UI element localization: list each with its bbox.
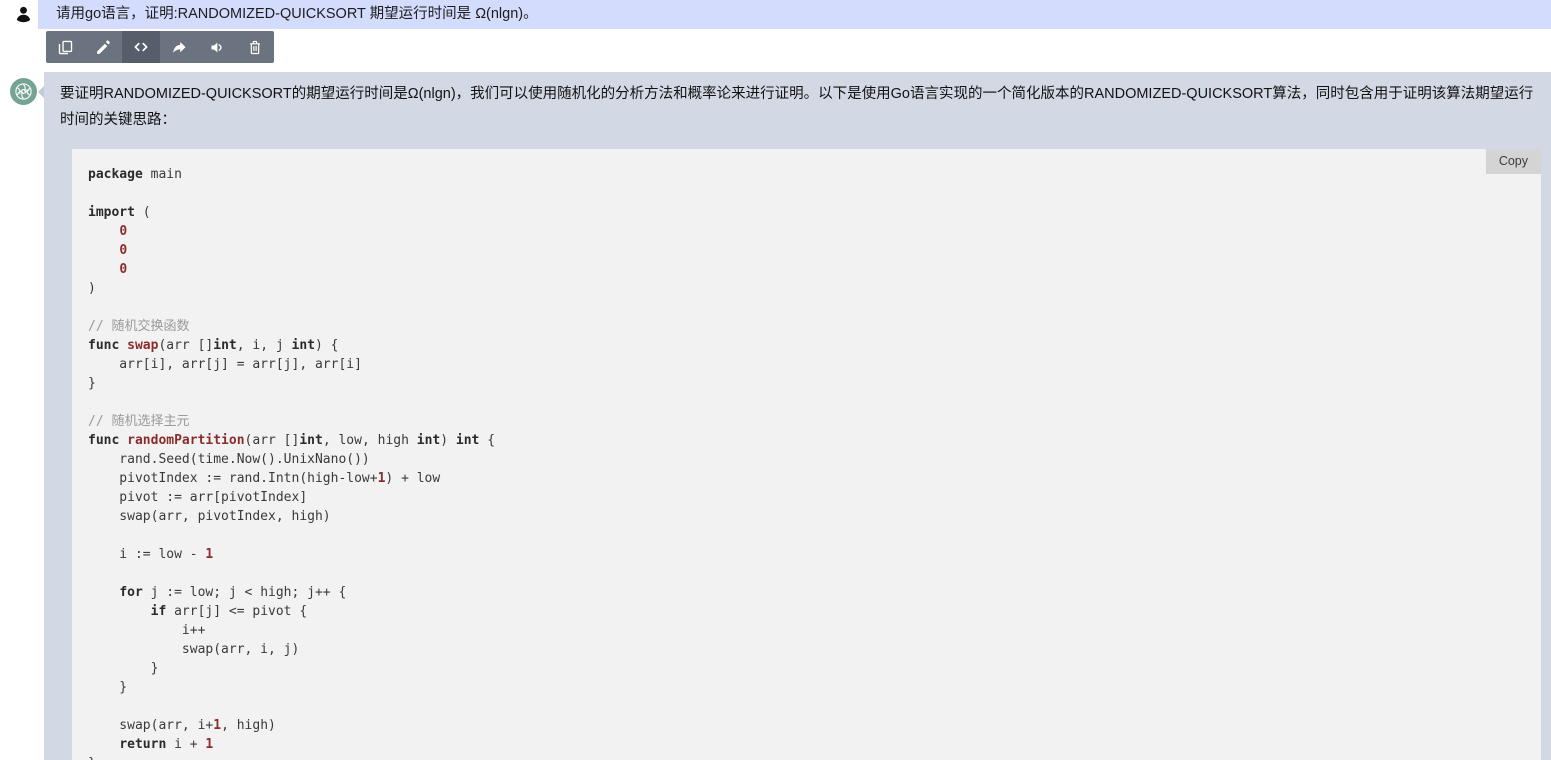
trash-icon[interactable] bbox=[236, 31, 274, 63]
share-icon[interactable] bbox=[160, 31, 198, 63]
code-block: Copy package main import ( 0 0 0 ) // 随机… bbox=[72, 149, 1541, 760]
user-message-row: 请用go语言，证明:RANDOMIZED-QUICKSORT 期望运行时间是 Ω… bbox=[0, 0, 1551, 29]
person-avatar-icon bbox=[12, 3, 35, 26]
message-action-toolbar[interactable] bbox=[46, 31, 274, 63]
assistant-message-bubble: 要证明RANDOMIZED-QUICKSORT的期望运行时间是Ω(nlgn)，我… bbox=[44, 72, 1551, 760]
edit-icon[interactable] bbox=[84, 31, 122, 63]
assistant-paragraph: 要证明RANDOMIZED-QUICKSORT的期望运行时间是Ω(nlgn)，我… bbox=[60, 86, 1534, 128]
assistant-message-row: 要证明RANDOMIZED-QUICKSORT的期望运行时间是Ω(nlgn)，我… bbox=[0, 72, 1551, 760]
user-message-text: 请用go语言，证明:RANDOMIZED-QUICKSORT 期望运行时间是 Ω… bbox=[56, 6, 538, 22]
speaker-icon[interactable] bbox=[198, 31, 236, 63]
copy-code-button[interactable]: Copy bbox=[1485, 149, 1541, 174]
code-icon[interactable] bbox=[122, 31, 160, 63]
chat-page: 请用go语言，证明:RANDOMIZED-QUICKSORT 期望运行时间是 Ω… bbox=[0, 0, 1551, 760]
user-message-bubble: 请用go语言，证明:RANDOMIZED-QUICKSORT 期望运行时间是 Ω… bbox=[38, 0, 1551, 29]
code-content[interactable]: package main import ( 0 0 0 ) // 随机交换函数 … bbox=[72, 149, 1541, 760]
openai-logo-icon bbox=[10, 78, 37, 105]
copy-icon[interactable] bbox=[46, 31, 84, 63]
